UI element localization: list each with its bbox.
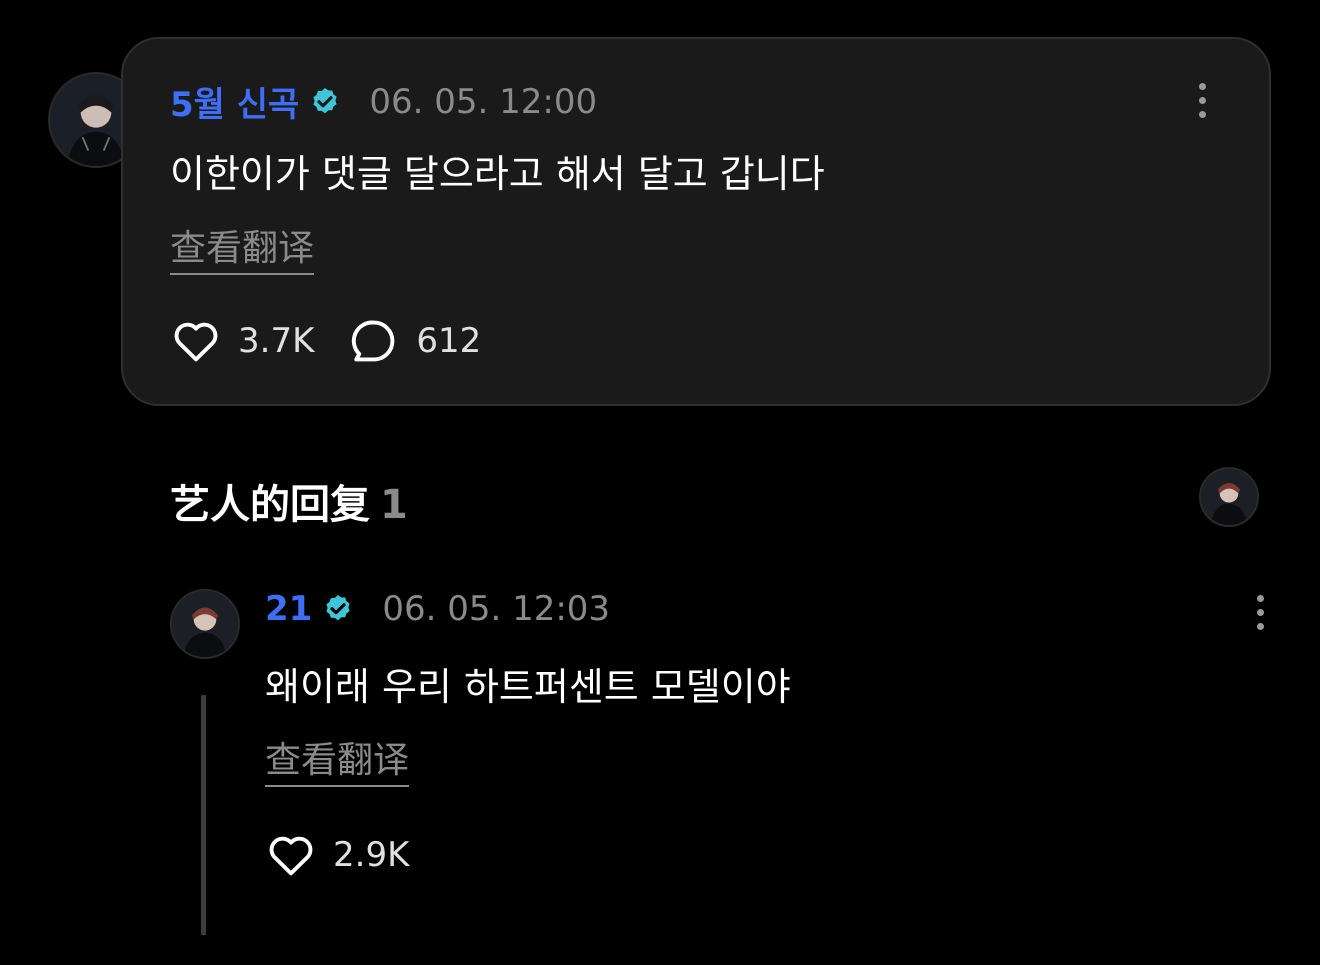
comment-actions: 3.7K 612: [170, 315, 515, 367]
reply-header: 21 06. 05. 12:03: [265, 589, 610, 629]
comment-card: 5월 신곡 06. 05. 12:00 이한이가 댓글 달으라고 해서 달고 갑…: [121, 37, 1271, 406]
more-options-icon[interactable]: [1245, 587, 1275, 637]
dot: [1198, 82, 1206, 90]
reply-count: 612: [416, 321, 482, 361]
heart-icon: [174, 322, 218, 362]
comment-thread-page: 5월 신곡 06. 05. 12:00 이한이가 댓글 달으라고 해서 달고 갑…: [0, 0, 1320, 965]
thread-line: [201, 695, 206, 935]
translate-link[interactable]: 查看翻译: [170, 219, 315, 275]
artist-avatar[interactable]: [1199, 467, 1259, 527]
author-name[interactable]: 5월 신곡: [170, 77, 299, 126]
dot: [1198, 96, 1206, 104]
comment-bubble-icon: [352, 320, 395, 362]
verified-icon: [313, 87, 337, 113]
reply-avatar[interactable]: [170, 589, 240, 659]
timestamp: 06. 05. 12:00: [369, 81, 598, 122]
reply-button[interactable]: 612: [348, 315, 481, 367]
reply-like-button[interactable]: 2.9K: [265, 829, 409, 881]
artist-replies-count: 1: [380, 482, 408, 528]
heart-icon: [269, 836, 313, 876]
reply-actions: 2.9K: [265, 829, 443, 881]
verified-icon: [326, 595, 350, 621]
dot: [1256, 594, 1264, 602]
dot: [1256, 622, 1264, 630]
reply-translate-link[interactable]: 查看翻译: [265, 731, 410, 787]
like-count: 3.7K: [238, 321, 315, 361]
artist-replies-header: 艺人的回复 1: [170, 472, 408, 530]
comment-text: 이한이가 댓글 달으라고 해서 달고 갑니다: [170, 152, 825, 196]
reply-author-name[interactable]: 21: [265, 589, 312, 629]
reply-text: 왜이래 우리 하트퍼센트 모델이야: [265, 665, 791, 709]
reply-timestamp: 06. 05. 12:03: [382, 589, 611, 629]
avatar-image: [172, 591, 238, 657]
like-button[interactable]: 3.7K: [170, 315, 314, 367]
dot: [1198, 110, 1206, 118]
comment-header: 5월 신곡 06. 05. 12:00: [170, 77, 597, 126]
dot: [1256, 608, 1264, 616]
avatar-image: [1201, 469, 1257, 525]
reply-like-count: 2.9K: [333, 835, 410, 875]
more-options-icon[interactable]: [1187, 75, 1217, 125]
artist-replies-title: 艺人的回复: [170, 482, 370, 528]
